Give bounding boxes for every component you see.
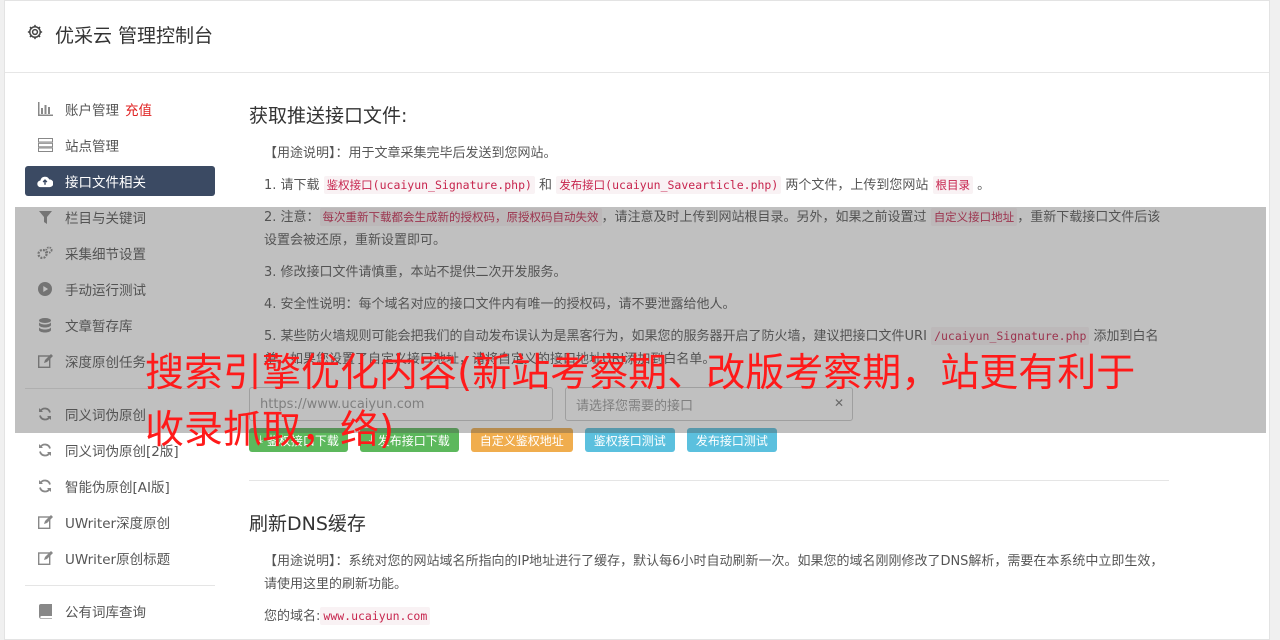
sidebar-item-label: 公有词库查询 xyxy=(65,605,146,621)
sidebar-divider xyxy=(25,585,215,586)
code-signature-link[interactable]: 鉴权接口(ucaiyun_Signature.php) xyxy=(323,176,535,194)
edit-icon xyxy=(37,514,53,530)
domain-value: www.ucaiyun.com xyxy=(320,607,431,625)
cloud-upload-icon xyxy=(37,173,53,189)
domain-line: 您的域名: www.ucaiyun.com xyxy=(249,605,1169,628)
refresh-icon xyxy=(37,442,53,458)
sidebar-item-label: 账户管理 xyxy=(65,103,119,119)
sidebar-item-uwriter-deep[interactable]: UWriter深度原创 xyxy=(25,507,215,537)
sidebar-item-ai-rewrite[interactable]: 智能伪原创[AI版] xyxy=(25,471,215,501)
section-divider xyxy=(249,480,1169,481)
usage-note: 【用途说明】：用于文章采集完毕后发送到您网站。 xyxy=(264,146,557,161)
bar-chart-icon xyxy=(37,101,53,117)
text: 两个文件，上传到您网站 xyxy=(781,178,933,193)
sidebar-item-label: UWriter原创标题 xyxy=(65,552,171,568)
code-savearticle-link[interactable]: 发布接口(ucaiyun_Savearticle.php) xyxy=(556,176,782,194)
section-title: 刷新DNS缓存 xyxy=(249,513,366,535)
sidebar-item-label: 接口文件相关 xyxy=(65,175,146,191)
sidebar-item-public-lexicon[interactable]: 公有词库查询 xyxy=(25,596,215,626)
overlay-ad-text: 搜索引擎优化内容(新站考察期、改版考察期，站更有利于收录抓取，络) xyxy=(145,351,1136,453)
server-icon xyxy=(37,137,53,153)
recharge-link[interactable]: 充值 xyxy=(125,99,152,119)
text: 。 xyxy=(973,178,991,193)
sidebar-item-label: 智能伪原创[AI版] xyxy=(65,480,170,496)
dns-usage-note: 【用途说明】：系统对您的网站域名所指向的IP地址进行了缓存，默认每6小时自动刷新… xyxy=(264,554,1164,592)
sidebar-item-uwriter-title[interactable]: UWriter原创标题 xyxy=(25,543,215,573)
refresh-icon xyxy=(37,478,53,494)
top-bar: 优采云 管理控制台 xyxy=(5,1,1269,73)
section-title: 获取推送接口文件: xyxy=(249,105,408,127)
sidebar-item-interface-files[interactable]: 接口文件相关 xyxy=(25,166,215,196)
sidebar-item-label: 站点管理 xyxy=(65,139,119,155)
instruction-1: 1. 请下载 鉴权接口(ucaiyun_Signature.php) 和 发布接… xyxy=(249,174,1169,197)
sidebar-item-label: UWriter深度原创 xyxy=(65,516,171,532)
text: 1. 请下载 xyxy=(264,178,324,193)
gear-icon xyxy=(27,24,43,40)
book-icon xyxy=(37,603,53,619)
sidebar-item-sites[interactable]: 站点管理 xyxy=(25,130,215,160)
domain-label: 您的域名: xyxy=(264,609,321,624)
code-root-dir: 根目录 xyxy=(932,176,974,194)
page-title: 优采云 管理控制台 xyxy=(55,25,214,47)
text: 和 xyxy=(534,178,557,193)
edit-icon xyxy=(37,550,53,566)
sidebar-item-account[interactable]: 账户管理 充值 xyxy=(25,94,215,124)
